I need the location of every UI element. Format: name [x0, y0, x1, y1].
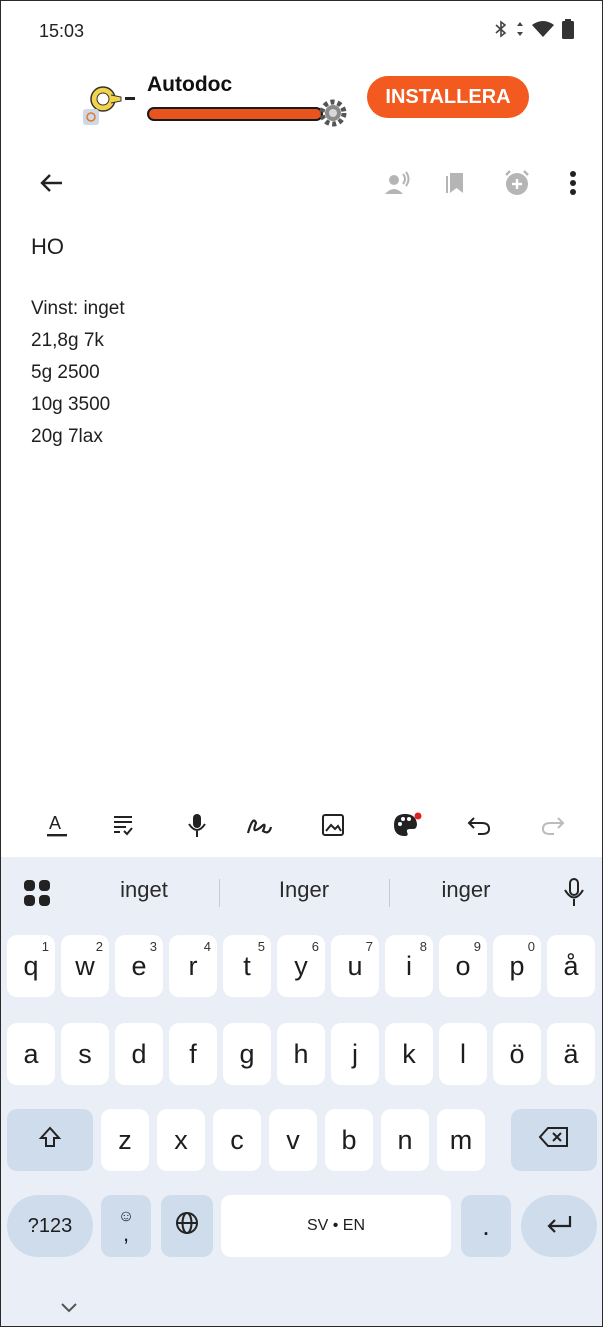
- key-q[interactable]: q1: [7, 935, 55, 997]
- suggestion-1[interactable]: inget: [69, 877, 219, 903]
- add-alarm-icon[interactable]: [501, 167, 533, 199]
- suggestion-2[interactable]: Inger: [229, 877, 379, 903]
- key-p[interactable]: p0: [493, 935, 541, 997]
- note-body[interactable]: Vinst: inget 21,8g 7k 5g 2500 10g 3500 2…: [31, 293, 125, 453]
- note-line: 5g 2500: [31, 362, 100, 383]
- emoji-comma-key[interactable]: ☺ ,: [101, 1195, 151, 1257]
- key-z[interactable]: z: [101, 1109, 149, 1171]
- key-a[interactable]: a: [7, 1023, 55, 1085]
- key-b[interactable]: b: [325, 1109, 373, 1171]
- wifi-icon: [532, 20, 554, 43]
- mic-icon[interactable]: [181, 809, 213, 841]
- ad-progress-bar: [147, 107, 323, 121]
- symbols-key[interactable]: ?123: [7, 1195, 93, 1257]
- key-n[interactable]: n: [381, 1109, 429, 1171]
- key-d[interactable]: d: [115, 1023, 163, 1085]
- globe-icon: [175, 1211, 199, 1242]
- voice-input-icon[interactable]: [563, 877, 585, 907]
- data-arrows-icon: [516, 20, 524, 43]
- text-format-icon[interactable]: A: [41, 809, 73, 841]
- battery-icon: [562, 18, 574, 44]
- key-a-ring[interactable]: å: [547, 935, 595, 997]
- suggestion-3[interactable]: inger: [391, 877, 541, 903]
- speaker-share-icon[interactable]: [381, 167, 413, 199]
- install-button[interactable]: INSTALLERA: [367, 76, 529, 118]
- key-c[interactable]: c: [213, 1109, 261, 1171]
- backspace-key[interactable]: [511, 1109, 597, 1171]
- ad-app-name: Autodoc: [147, 73, 233, 96]
- status-bar: 15:03: [1, 1, 602, 49]
- language-globe-key[interactable]: [161, 1195, 213, 1257]
- suggestion-divider: [219, 879, 220, 907]
- checklist-icon[interactable]: [107, 809, 139, 841]
- key-y[interactable]: y6: [277, 935, 325, 997]
- apps-grid-icon[interactable]: [23, 879, 51, 907]
- back-arrow-icon[interactable]: [35, 167, 67, 199]
- status-time: 15:03: [39, 21, 85, 41]
- bookmark-icon[interactable]: [441, 167, 473, 199]
- shift-icon: [38, 1125, 62, 1156]
- ad-banner[interactable]: Autodoc INSTALLERA: [71, 61, 541, 137]
- app-frame: 15:03 Autodoc INSTALLERA HO Vinst: inget…: [0, 0, 603, 1327]
- undo-icon[interactable]: [463, 809, 495, 841]
- note-line: 20g 7lax: [31, 426, 103, 447]
- note-line: Vinst: inget: [31, 298, 125, 319]
- shift-key[interactable]: [7, 1109, 93, 1171]
- key-r[interactable]: r4: [169, 935, 217, 997]
- redo-icon[interactable]: [537, 809, 569, 841]
- enter-key[interactable]: [521, 1195, 597, 1257]
- key-g[interactable]: g: [223, 1023, 271, 1085]
- key-o[interactable]: o9: [439, 935, 487, 997]
- note-line: 10g 3500: [31, 394, 111, 415]
- suggestion-strip: inget Inger inger: [1, 867, 602, 917]
- note-title[interactable]: HO: [31, 234, 64, 260]
- space-bar[interactable]: SV • EN: [221, 1195, 451, 1257]
- palette-icon[interactable]: [391, 809, 423, 841]
- key-o-umlaut[interactable]: ö: [493, 1023, 541, 1085]
- svg-text:A: A: [49, 813, 61, 833]
- editor-toolbar: A: [1, 801, 602, 851]
- more-vert-icon[interactable]: [557, 167, 589, 199]
- key-s[interactable]: s: [61, 1023, 109, 1085]
- bluetooth-icon: [494, 19, 508, 43]
- key-i[interactable]: i8: [385, 935, 433, 997]
- key-j[interactable]: j: [331, 1023, 379, 1085]
- backspace-icon: [538, 1125, 570, 1156]
- gear-icon: [317, 97, 349, 129]
- key-a-umlaut[interactable]: ä: [547, 1023, 595, 1085]
- key-x[interactable]: x: [157, 1109, 205, 1171]
- key-v[interactable]: v: [269, 1109, 317, 1171]
- key-u[interactable]: u7: [331, 935, 379, 997]
- keyboard: inget Inger inger q1 w2 e3 r4 t5 y6 u7 i…: [1, 857, 602, 1326]
- chevron-down-icon[interactable]: [59, 1301, 79, 1315]
- suggestion-divider: [389, 879, 390, 907]
- note-line: 21,8g 7k: [31, 330, 104, 351]
- enter-icon: [544, 1211, 574, 1242]
- image-icon[interactable]: [317, 809, 349, 841]
- autodoc-logo-icon: [81, 79, 141, 125]
- key-h[interactable]: h: [277, 1023, 325, 1085]
- key-l[interactable]: l: [439, 1023, 487, 1085]
- key-t[interactable]: t5: [223, 935, 271, 997]
- note-toolbar: [1, 151, 602, 215]
- key-m[interactable]: m: [437, 1109, 485, 1171]
- key-w[interactable]: w2: [61, 935, 109, 997]
- draw-icon[interactable]: [243, 809, 275, 841]
- key-e[interactable]: e3: [115, 935, 163, 997]
- key-k[interactable]: k: [385, 1023, 433, 1085]
- status-icons: [494, 18, 574, 44]
- period-key[interactable]: .: [461, 1195, 511, 1257]
- key-f[interactable]: f: [169, 1023, 217, 1085]
